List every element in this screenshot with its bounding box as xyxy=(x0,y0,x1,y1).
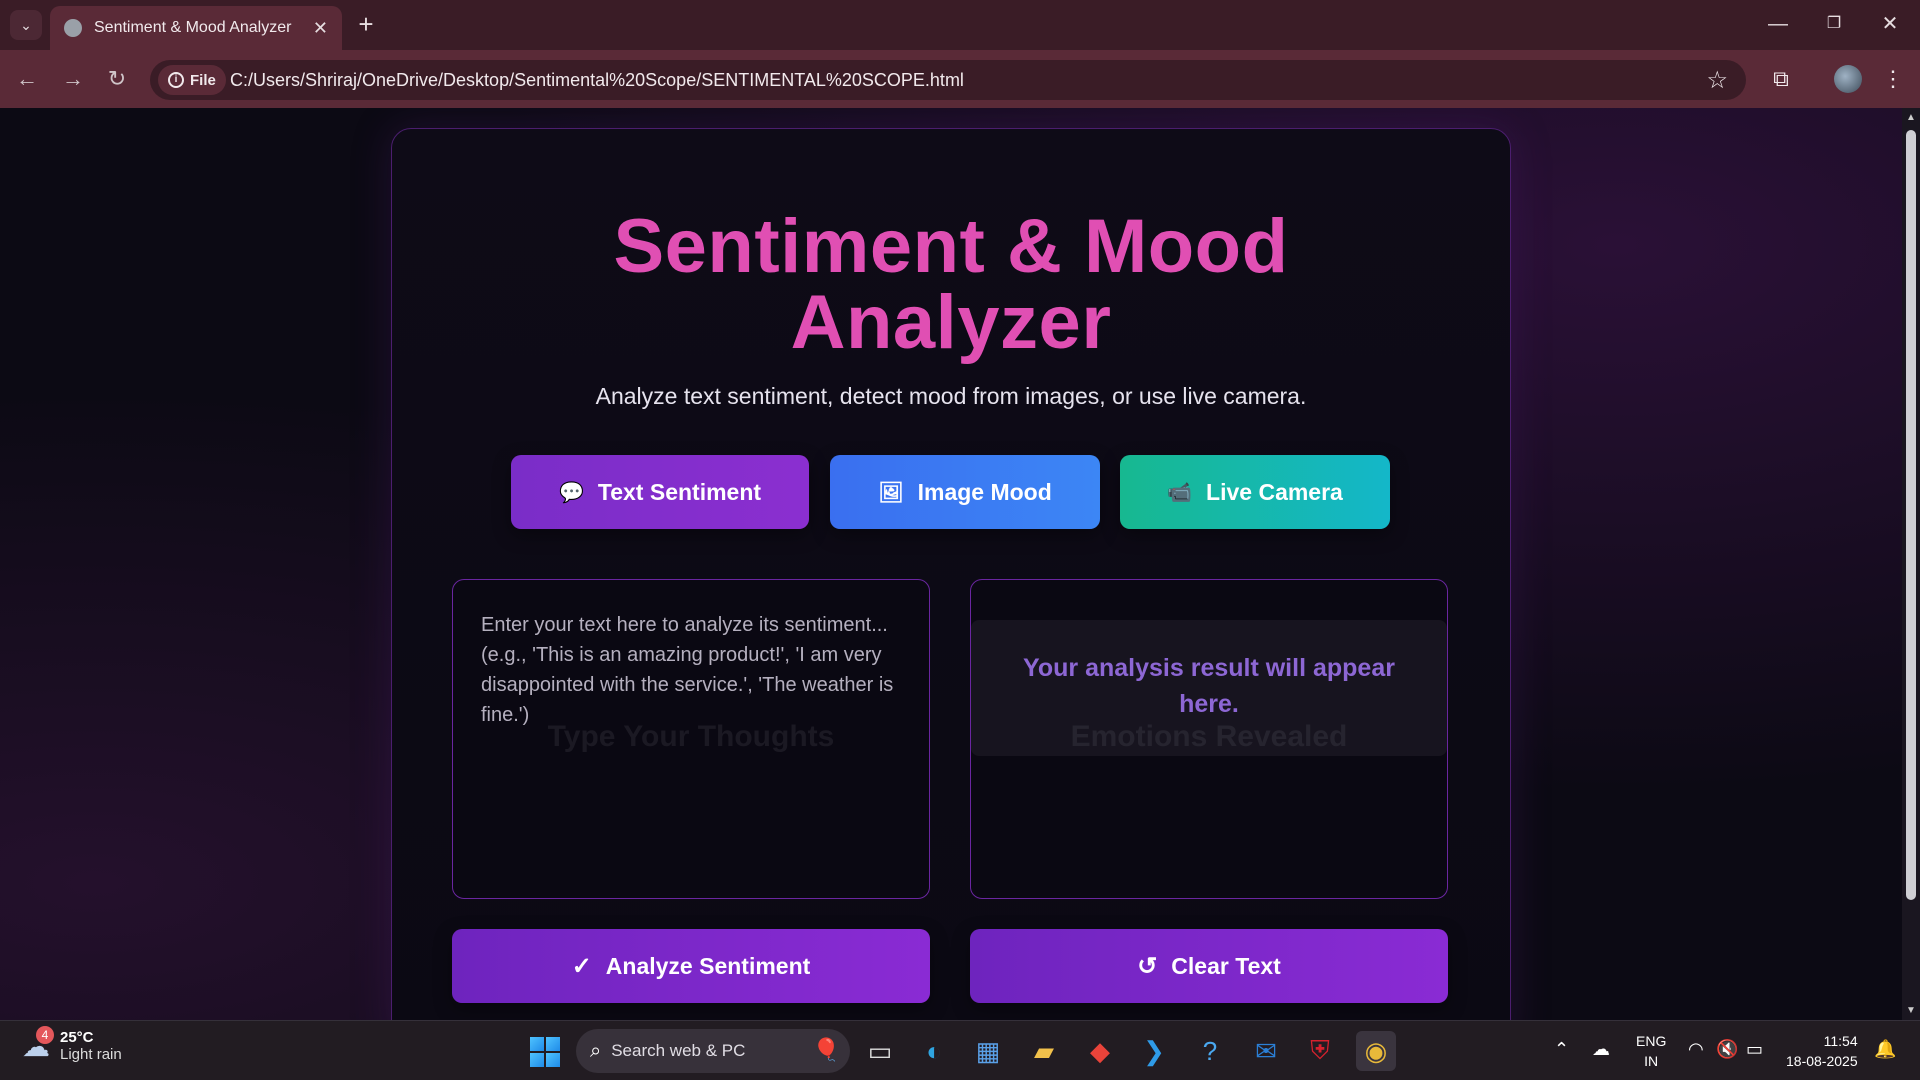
title-line1: Sentiment & Mood xyxy=(613,204,1289,289)
analyze-sentiment-button[interactable]: ✓ Analyze Sentiment xyxy=(452,929,930,1003)
live-camera-label: Live Camera xyxy=(1206,478,1343,505)
bookmark-star-icon[interactable]: ☆ xyxy=(1706,66,1728,95)
site-info-chip[interactable]: i File xyxy=(158,65,226,95)
weather-temperature: 25°C xyxy=(60,1029,94,1046)
text-sentiment-button[interactable]: 💬 Text Sentiment xyxy=(511,455,809,529)
extensions-icon[interactable]: ⧉ xyxy=(1766,64,1796,94)
check-circle-icon: ✓ xyxy=(571,952,592,980)
result-text: Your analysis result will appear here. xyxy=(1023,654,1395,718)
close-tab-icon[interactable]: ✕ xyxy=(313,18,328,39)
image-icon: 🖼 xyxy=(878,481,904,504)
volume-muted-icon[interactable]: 🔇 xyxy=(1716,1039,1738,1060)
undo-icon: ↺ xyxy=(1137,952,1158,980)
site-chip-label: File xyxy=(190,71,216,89)
result-ghost-label: Emotions Revealed xyxy=(1070,720,1348,753)
video-camera-icon: 📹 xyxy=(1167,481,1193,504)
weather-condition: Light rain xyxy=(60,1046,122,1063)
page-subtitle: Analyze text sentiment, detect mood from… xyxy=(595,383,1307,409)
analyzer-card: Sentiment & Mood Analyzer Analyze text s… xyxy=(391,128,1511,1020)
scroll-up-icon[interactable]: ▲ xyxy=(1906,112,1916,123)
edge-browser-icon[interactable]: ◐ xyxy=(914,1031,954,1071)
page-viewport: Sentiment & Mood Analyzer Analyze text s… xyxy=(0,108,1902,1020)
close-window-button[interactable]: ✕ xyxy=(1870,8,1910,40)
chevron-down-icon: ⌄ xyxy=(20,16,32,33)
chat-bubble-icon: 💬 xyxy=(558,481,584,504)
text-input-panel[interactable]: Enter your text here to analyze its sent… xyxy=(452,579,930,899)
mcafee-icon[interactable]: ⛨ xyxy=(1300,1031,1340,1071)
rain-cloud-icon: ☁ 4 xyxy=(22,1025,54,1063)
page-title: Sentiment & Mood Analyzer xyxy=(392,209,1510,361)
text-sentiment-label: Text Sentiment xyxy=(597,478,762,505)
onedrive-cloud-icon[interactable]: ☁ xyxy=(1592,1039,1610,1060)
clear-text-button[interactable]: ↺ Clear Text xyxy=(970,929,1448,1003)
globe-icon xyxy=(64,19,82,37)
back-button[interactable]: ← xyxy=(10,62,44,96)
page-scrollbar[interactable]: ▲ ▼ xyxy=(1902,108,1920,1020)
tray-chevron-up-icon[interactable]: ⌃ xyxy=(1554,1039,1569,1060)
forward-button[interactable]: → xyxy=(56,62,90,96)
browser-tab[interactable]: Sentiment & Mood Analyzer ✕ xyxy=(50,6,342,50)
taskbar-search[interactable]: ⌕ Search web & PC 🎈 xyxy=(576,1029,850,1073)
scroll-down-icon[interactable]: ▼ xyxy=(1906,1005,1916,1016)
browser-toolbar: ← → ↻ i File C:/Users/Shriraj/OneDrive/D… xyxy=(0,50,1920,108)
balloons-icon: 🎈 xyxy=(812,1037,840,1062)
weather-widget[interactable]: ☁ 4 25°C Light rain xyxy=(22,1025,122,1063)
sentiment-textarea[interactable]: Enter your text here to analyze its sent… xyxy=(481,610,901,730)
store-icon[interactable]: ▦ xyxy=(968,1031,1008,1071)
tab-title: Sentiment & Mood Analyzer xyxy=(94,19,292,36)
region-code: IN xyxy=(1644,1053,1659,1069)
image-mood-button[interactable]: 🖼 Image Mood xyxy=(830,455,1100,529)
title-line2: Analyzer xyxy=(790,280,1112,365)
language-code: ENG xyxy=(1636,1033,1667,1049)
app-diamond-icon[interactable]: ◆ xyxy=(1080,1031,1120,1071)
analyze-label: Analyze Sentiment xyxy=(605,952,811,979)
clear-label: Clear Text xyxy=(1171,952,1281,979)
help-icon[interactable]: ? xyxy=(1190,1031,1230,1071)
result-panel: Your analysis result will appear here. E… xyxy=(970,579,1448,899)
language-indicator[interactable]: ENG IN xyxy=(1636,1031,1666,1071)
outlook-icon[interactable]: ✉ xyxy=(1246,1031,1286,1071)
info-icon: i xyxy=(168,72,184,88)
restore-button[interactable]: ❐ xyxy=(1814,8,1854,40)
weather-badge: 4 xyxy=(36,1025,54,1044)
address-bar[interactable]: i File C:/Users/Shriraj/OneDrive/Desktop… xyxy=(150,60,1746,100)
url-text[interactable]: C:/Users/Shriraj/OneDrive/Desktop/Sentim… xyxy=(230,70,964,91)
menu-kebab-icon[interactable]: ⋮ xyxy=(1878,64,1908,94)
input-ghost-label: Type Your Thoughts xyxy=(547,720,835,753)
search-icon: ⌕ xyxy=(590,1039,602,1062)
tab-search-button[interactable]: ⌄ xyxy=(10,10,42,40)
notifications-icon[interactable]: 🔔 xyxy=(1874,1039,1896,1060)
scrollbar-thumb[interactable] xyxy=(1906,130,1916,900)
live-camera-button[interactable]: 📹 Live Camera xyxy=(1120,455,1390,529)
start-button[interactable] xyxy=(530,1037,560,1067)
vscode-icon[interactable]: ❯ xyxy=(1134,1031,1174,1071)
browser-titlebar: ⌄ Sentiment & Mood Analyzer ✕ + — ❐ ✕ xyxy=(0,0,1920,50)
system-clock[interactable]: 11:54 18-08-2025 xyxy=(1786,1031,1858,1071)
battery-icon[interactable]: ▭ xyxy=(1746,1039,1763,1060)
clock-time: 11:54 xyxy=(1823,1033,1858,1049)
chrome-icon[interactable]: ◉ xyxy=(1356,1031,1396,1071)
taskbar-search-text: Search web & PC xyxy=(611,1041,746,1060)
wifi-icon[interactable]: ◠ xyxy=(1688,1039,1704,1060)
clock-date: 18-08-2025 xyxy=(1786,1053,1858,1069)
minimize-button[interactable]: — xyxy=(1758,8,1798,40)
windows-taskbar: ☁ 4 25°C Light rain ⌕ Search web & PC 🎈 ▭… xyxy=(0,1020,1920,1080)
reload-button[interactable]: ↻ xyxy=(100,62,134,96)
result-box: Your analysis result will appear here. E… xyxy=(971,620,1447,756)
image-mood-label: Image Mood xyxy=(917,478,1052,505)
new-tab-button[interactable]: + xyxy=(352,10,380,40)
profile-avatar[interactable] xyxy=(1834,65,1862,93)
file-explorer-icon[interactable]: ▰ xyxy=(1024,1031,1064,1071)
task-view-icon[interactable]: ▭ xyxy=(860,1031,900,1071)
